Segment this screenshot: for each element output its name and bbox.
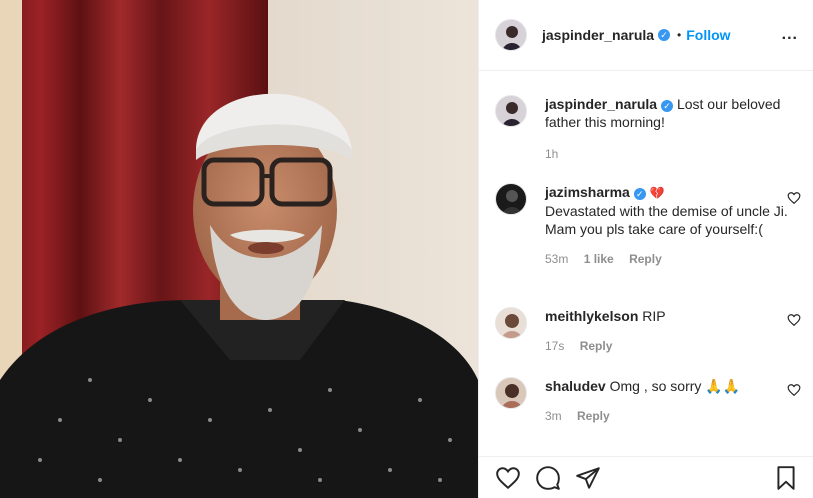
heart-icon[interactable]: [787, 191, 801, 205]
comment-text: jazimsharma ✓ 💔 Devastated with the demis…: [545, 183, 795, 238]
comment-item: jazimsharma ✓ 💔 Devastated with the demis…: [495, 183, 801, 266]
comment-time[interactable]: 3m: [545, 409, 562, 423]
comment-meta: 17s Reply: [545, 339, 795, 353]
caption-username[interactable]: jaspinder_narula: [545, 96, 657, 112]
comment-meta: 53m 1 like Reply: [545, 252, 795, 266]
post-photo[interactable]: [0, 0, 478, 498]
comment-text: shaludev Omg , so sorry 🙏🙏: [545, 377, 795, 395]
comment-body: Devastated with the demise of uncle Ji. …: [545, 203, 788, 237]
comment-item: shaludev Omg , so sorry 🙏🙏 3m Reply: [495, 377, 801, 423]
comment-username[interactable]: jazimsharma: [545, 184, 630, 200]
comment-username[interactable]: shaludev: [545, 378, 606, 394]
heart-icon[interactable]: [787, 383, 801, 397]
reply-button[interactable]: Reply: [580, 339, 613, 353]
comment-time[interactable]: 17s: [545, 339, 564, 353]
share-icon[interactable]: [575, 465, 601, 491]
post-header: jaspinder_narula ✓ • Follow ...: [479, 0, 813, 71]
caption-meta: 1h: [545, 147, 795, 161]
avatar[interactable]: [495, 95, 527, 127]
reply-button[interactable]: Reply: [629, 252, 662, 266]
comment-likes[interactable]: 1 like: [584, 252, 614, 266]
comment-time[interactable]: 53m: [545, 252, 568, 266]
avatar[interactable]: [495, 183, 527, 215]
separator-dot: •: [677, 28, 682, 42]
caption: jaspinder_narula ✓ Lost our beloved fathe…: [495, 95, 795, 161]
heart-icon[interactable]: [787, 313, 801, 327]
verified-badge-icon: ✓: [661, 100, 674, 112]
avatar[interactable]: [495, 19, 527, 51]
broken-heart-emoji: 💔: [649, 186, 665, 200]
follow-button[interactable]: Follow: [686, 27, 730, 43]
post-side-panel: jaspinder_narula ✓ • Follow ... jaspinde…: [478, 0, 813, 498]
avatar[interactable]: [495, 377, 527, 409]
comment-username[interactable]: meithlykelson: [545, 308, 638, 324]
bookmark-icon[interactable]: [773, 465, 799, 491]
heart-icon[interactable]: [495, 465, 521, 491]
verified-badge-icon: ✓: [658, 29, 671, 41]
verified-badge-icon: ✓: [633, 188, 646, 200]
caption-text: jaspinder_narula ✓ Lost our beloved fathe…: [545, 95, 795, 131]
avatar[interactable]: [495, 307, 527, 339]
post-image: [0, 0, 478, 498]
comment-text: meithlykelson RIP: [545, 307, 795, 325]
comment-body: Omg , so sorry 🙏🙏: [609, 378, 741, 394]
comments-list[interactable]: jaspinder_narula ✓ Lost our beloved fathe…: [479, 71, 813, 456]
comment-icon[interactable]: [535, 465, 561, 491]
more-options-icon[interactable]: ...: [782, 27, 798, 43]
reply-button[interactable]: Reply: [577, 409, 610, 423]
header-username[interactable]: jaspinder_narula: [542, 27, 654, 43]
comment-item: meithlykelson RIP 17s Reply: [495, 307, 801, 353]
action-bar: [479, 456, 813, 498]
comment-body: RIP: [642, 308, 666, 324]
caption-time[interactable]: 1h: [545, 147, 558, 161]
post-view: jaspinder_narula ✓ • Follow ... jaspinde…: [0, 0, 813, 498]
comment-meta: 3m Reply: [545, 409, 795, 423]
